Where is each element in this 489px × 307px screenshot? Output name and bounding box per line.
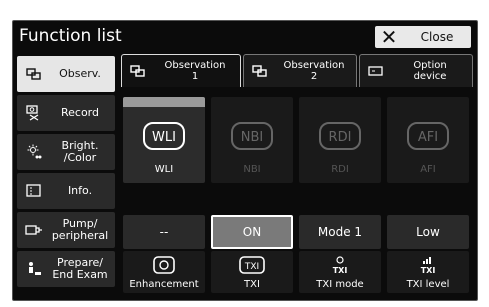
txi-icon-text: TXI xyxy=(421,266,436,275)
mode-glyph: AFI xyxy=(418,130,438,145)
function-label: TXI mode xyxy=(316,278,364,290)
close-button[interactable]: ✕ Close xyxy=(375,26,471,48)
screen-frame: Function list ✕ Close Observ. Record Bri… xyxy=(0,0,489,307)
close-icon: ✕ xyxy=(380,25,398,49)
window-title: Function list xyxy=(19,26,122,46)
tab-label: Option device xyxy=(413,60,447,82)
txi-level-button[interactable]: TXI TXI level xyxy=(387,251,469,293)
function-list-window: Function list ✕ Close Observ. Record Bri… xyxy=(12,20,478,301)
pump-icon xyxy=(23,224,45,236)
enhancement-button[interactable]: Enhancement xyxy=(123,251,205,293)
mode-label: WLI xyxy=(154,164,174,175)
mode-wli-button[interactable]: WLI WLI xyxy=(123,97,205,183)
mode-label: NBI xyxy=(243,164,261,175)
sidebar-item-label: Bright. /Color xyxy=(61,139,99,164)
observ-icon xyxy=(23,67,45,81)
tab-observation-1[interactable]: Observation 1 xyxy=(121,54,241,87)
txi-icon-text: TXI xyxy=(244,262,259,272)
brightness-icon xyxy=(23,144,45,160)
sidebar-item-record[interactable]: Record xyxy=(17,95,115,131)
sidebar-item-label: Info. xyxy=(67,184,93,197)
wli-icon: WLI xyxy=(142,121,186,155)
record-icon xyxy=(23,105,45,121)
txi-mode-value[interactable]: Mode 1 xyxy=(299,215,381,249)
info-icon xyxy=(23,184,45,198)
mode-rdi-button[interactable]: RDI RDI xyxy=(299,97,381,183)
mode-glyph: NBI xyxy=(241,130,263,145)
sidebar-item-info[interactable]: Info. xyxy=(17,173,115,209)
sidebar-item-label: Pump/ peripheral xyxy=(51,217,109,242)
nbi-icon: NBI xyxy=(230,121,274,155)
tab-label: Observation 2 xyxy=(283,60,345,82)
mode-nbi-button[interactable]: NBI NBI xyxy=(211,97,293,183)
option-device-icon xyxy=(364,65,388,77)
sidebar-item-label: Record xyxy=(60,106,99,119)
sidebar-item-label: Prepare/ End Exam xyxy=(52,256,108,281)
enhancement-icon xyxy=(153,255,175,275)
rdi-icon: RDI xyxy=(318,121,362,155)
tab-observation-2[interactable]: Observation 2 xyxy=(243,54,357,87)
mode-glyph: RDI xyxy=(329,130,352,145)
txi-mode-icon: TXI xyxy=(327,255,353,275)
txi-button[interactable]: TXI TXI xyxy=(211,251,293,293)
mode-afi-button[interactable]: AFI AFI xyxy=(387,97,469,183)
afi-icon: AFI xyxy=(406,121,450,155)
close-label: Close xyxy=(420,30,454,44)
txi-icon-text: TXI xyxy=(333,266,348,275)
txi-level-value[interactable]: Low xyxy=(387,215,469,249)
mode-label: RDI xyxy=(331,164,349,175)
tab-option-device[interactable]: Option device xyxy=(359,54,473,87)
txi-mode-button[interactable]: TXI TXI mode xyxy=(299,251,381,293)
sidebar-item-bright-color[interactable]: Bright. /Color xyxy=(17,134,115,170)
prepare-icon xyxy=(23,261,45,277)
txi-icon: TXI xyxy=(239,255,265,275)
sidebar-item-observ[interactable]: Observ. xyxy=(17,56,115,92)
function-label: TXI level xyxy=(406,278,450,290)
sidebar-item-label: Observ. xyxy=(59,67,101,80)
function-label: TXI xyxy=(244,278,260,290)
txi-value[interactable]: ON xyxy=(211,215,293,249)
selected-indicator xyxy=(123,97,205,107)
mode-glyph: WLI xyxy=(152,130,176,145)
sidebar-item-prepare-end-exam[interactable]: Prepare/ End Exam xyxy=(17,251,115,287)
sidebar-item-pump-peripheral[interactable]: Pump/ peripheral xyxy=(17,212,115,248)
observation-tab-icon xyxy=(248,64,272,78)
txi-level-icon: TXI xyxy=(415,255,441,275)
function-label: Enhancement xyxy=(129,278,199,290)
tab-label: Observation 1 xyxy=(164,60,226,82)
observation-tab-icon xyxy=(126,64,150,78)
enhancement-value[interactable]: -- xyxy=(123,215,205,249)
mode-label: AFI xyxy=(420,164,436,175)
